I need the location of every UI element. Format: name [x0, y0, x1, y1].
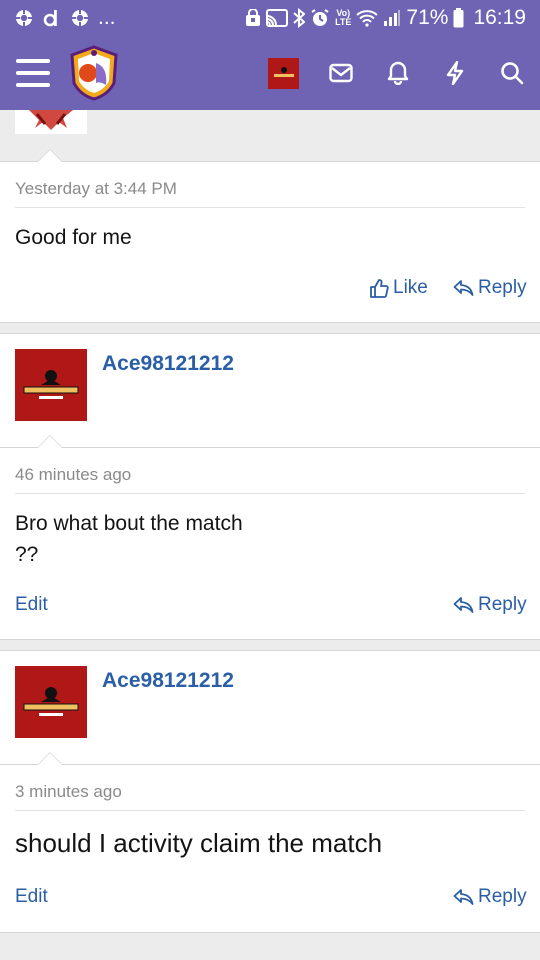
site-logo[interactable] [68, 45, 120, 101]
clock-time: 16:19 [473, 6, 526, 29]
divider [15, 207, 525, 208]
post-body-line-2: ?? [15, 543, 39, 566]
d-app-notification-icon [42, 8, 62, 28]
user-avatar[interactable] [15, 349, 87, 421]
hamburger-menu-icon[interactable] [16, 59, 50, 87]
edit-button[interactable]: Edit [15, 594, 48, 616]
post-message-1: Yesterday at 3:44 PM Good for me Like Re… [0, 149, 540, 323]
post-body: should I activity claim the match [15, 828, 383, 858]
user-avatar-thumbnail [268, 57, 299, 89]
post-separator [0, 640, 540, 650]
post-message-3: 3 minutes ago should I activity claim th… [0, 752, 540, 933]
wifi-icon [356, 9, 379, 27]
reply-label: Reply [478, 594, 527, 615]
more-notifications-dots: ... [98, 6, 116, 29]
status-bar: ... Vo) LTE 71% 16:19 [0, 0, 540, 36]
battery-percent: 71% [406, 6, 449, 29]
status-left: ... [14, 6, 116, 30]
reply-label: Reply [478, 886, 527, 907]
reply-label: Reply [478, 277, 527, 298]
account-avatar[interactable] [255, 48, 312, 98]
post-pointer [37, 752, 63, 765]
edit-label: Edit [15, 594, 48, 615]
post-timestamp[interactable]: 46 minutes ago [15, 465, 131, 485]
lock-box-icon [245, 9, 261, 27]
app-header [0, 36, 540, 110]
divider [15, 810, 525, 811]
post-body-line-1: Bro what bout the match [15, 512, 243, 535]
volte-icon: Vo) LTE [335, 8, 352, 27]
reply-arrow-icon [453, 280, 474, 296]
like-button[interactable]: Like [369, 277, 428, 299]
user-avatar[interactable] [15, 666, 87, 738]
post-pointer [37, 435, 63, 448]
reply-button[interactable]: Reply [453, 594, 527, 616]
post-author-block-2: Ace98121212 [0, 333, 540, 447]
battery-icon [453, 8, 464, 28]
previous-user-avatar[interactable] [15, 110, 87, 134]
like-label: Like [393, 277, 428, 298]
status-right: Vo) LTE 71% 16:19 [245, 6, 526, 30]
post-body: Good for me [15, 226, 132, 249]
edit-label: Edit [15, 886, 48, 907]
search-icon[interactable] [483, 48, 540, 98]
reply-arrow-icon [453, 889, 474, 905]
alarm-icon [310, 8, 330, 28]
username-link[interactable]: Ace98121212 [102, 669, 234, 693]
reply-button[interactable]: Reply [453, 277, 527, 299]
post-timestamp[interactable]: 3 minutes ago [15, 782, 122, 802]
header-actions [255, 48, 540, 98]
bell-icon[interactable] [369, 48, 426, 98]
post-author-block-3: Ace98121212 [0, 650, 540, 764]
post-separator [0, 323, 540, 333]
divider [15, 493, 525, 494]
mail-icon[interactable] [312, 48, 369, 98]
post-pointer [37, 149, 63, 162]
bolt-icon[interactable] [426, 48, 483, 98]
reply-button[interactable]: Reply [453, 886, 527, 908]
gear-notification-icon [14, 8, 34, 28]
bluetooth-icon [293, 8, 306, 28]
gear-notification-icon [70, 8, 90, 28]
post-timestamp[interactable]: Yesterday at 3:44 PM [15, 179, 177, 199]
username-link[interactable]: Ace98121212 [102, 352, 234, 376]
app-screen: ... Vo) LTE 71% 16:19 Yesterday at 3:44 … [0, 0, 540, 960]
reply-arrow-icon [453, 597, 474, 613]
thumbs-up-icon [370, 279, 389, 298]
cast-icon [266, 9, 289, 27]
signal-icon [383, 9, 401, 27]
thread-content[interactable]: Yesterday at 3:44 PM Good for me Like Re… [0, 110, 540, 960]
edit-button[interactable]: Edit [15, 886, 48, 908]
post-message-2: 46 minutes ago Bro what bout the match ?… [0, 435, 540, 640]
